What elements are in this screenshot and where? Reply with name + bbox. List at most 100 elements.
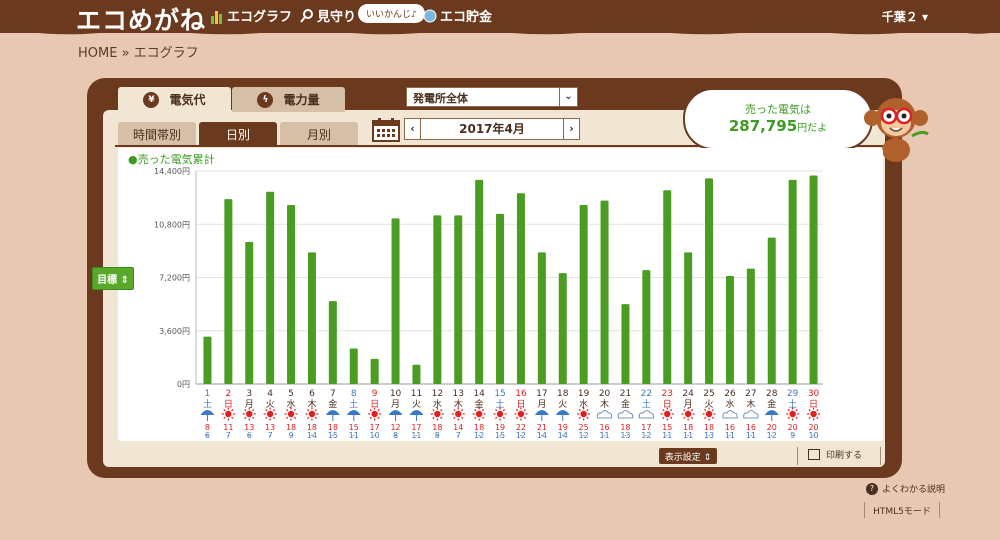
x-tick-day: 28 <box>766 389 778 399</box>
temp-low: 15 <box>495 431 505 440</box>
weather-sun-ray <box>377 416 380 420</box>
weather-sun-ray <box>453 416 456 420</box>
chart-bar <box>328 301 337 384</box>
temp-low: 12 <box>641 431 651 440</box>
printer-icon <box>808 449 820 460</box>
temp-low: 9 <box>790 431 795 440</box>
weather-cloud-icon <box>596 409 613 419</box>
x-tick-day: 15 <box>494 389 505 399</box>
x-tick-weekday: 金 <box>767 398 776 410</box>
weather-sun-ray <box>670 416 673 420</box>
y-tick-label: 10,800円 <box>154 220 190 229</box>
chart-bar <box>558 273 567 384</box>
weather-umbrella-icon <box>325 410 340 415</box>
temp-low: 14 <box>558 431 568 440</box>
x-tick-day: 2 <box>225 389 231 399</box>
weather-sun-ray <box>795 416 798 420</box>
temp-low: 11 <box>599 431 609 440</box>
weather-sun-ray <box>461 416 464 420</box>
weather-sun-icon <box>789 410 796 418</box>
print-button[interactable]: 印刷する <box>808 448 862 461</box>
x-tick-weekday: 土 <box>349 398 358 410</box>
chart-bar <box>516 193 525 384</box>
weather-sun-ray <box>474 416 477 420</box>
temp-low: 7 <box>268 431 273 440</box>
chart-bar <box>287 205 296 384</box>
weather-sun-ray <box>502 416 506 420</box>
chart-bar <box>245 242 254 384</box>
weather-sun-ray <box>369 416 372 420</box>
x-tick-day: 14 <box>473 389 485 399</box>
chart-bar <box>307 252 316 384</box>
temp-low: 11 <box>725 431 735 440</box>
weather-umbrella-icon <box>388 410 403 415</box>
x-tick-weekday: 月 <box>537 399 546 410</box>
weather-sun-ray <box>481 416 485 420</box>
x-tick-day: 4 <box>267 389 273 399</box>
temp-low: 14 <box>537 431 547 440</box>
weather-sun-icon <box>705 410 713 418</box>
x-tick-day: 11 <box>411 389 422 399</box>
weather-sun-icon <box>287 410 295 418</box>
question-icon: ? <box>866 482 878 495</box>
chart-bar <box>642 270 651 384</box>
temp-low: 12 <box>474 431 484 440</box>
chart-bar <box>266 191 275 384</box>
x-tick-weekday: 木 <box>746 398 755 410</box>
chart-bar <box>684 252 693 384</box>
weather-sun-ray <box>711 416 715 420</box>
x-tick-day: 6 <box>309 389 315 399</box>
weather-sun-ray <box>432 416 435 420</box>
x-tick-day: 12 <box>432 389 443 399</box>
weather-sun-icon <box>580 410 587 418</box>
weather-sun-ray <box>808 416 811 420</box>
chart-bar <box>537 252 546 384</box>
weather-umbrella-icon <box>200 410 215 415</box>
weather-sun-ray <box>523 416 526 420</box>
chart-bar <box>600 200 609 384</box>
weather-umbrella-icon <box>764 410 779 415</box>
display-settings-button[interactable]: 表示設定 ⇕ <box>659 448 717 464</box>
weather-sun-ray <box>683 416 686 420</box>
x-tick-day: 10 <box>390 389 402 399</box>
x-tick-day: 24 <box>682 389 694 399</box>
temp-low: 12 <box>516 431 526 440</box>
html5-mode-button[interactable]: HTML5モード <box>864 502 940 518</box>
x-tick-day: 25 <box>703 389 714 399</box>
x-tick-day: 26 <box>724 389 736 399</box>
x-tick-day: 20 <box>599 389 611 399</box>
x-tick-day: 1 <box>205 389 211 399</box>
divider <box>880 447 881 465</box>
weather-sun-ray <box>272 416 276 420</box>
x-tick-day: 16 <box>515 389 527 399</box>
weather-sun-ray <box>787 416 790 420</box>
weather-sun-ray <box>440 416 443 420</box>
weather-sun-icon <box>455 410 462 418</box>
weather-umbrella-icon <box>346 410 361 415</box>
chart-bar <box>454 215 463 384</box>
chart-bar <box>496 213 505 384</box>
chart-bar <box>705 178 714 384</box>
temp-low: 9 <box>289 431 294 440</box>
chart-bar <box>433 215 442 384</box>
y-tick-label: 3,600円 <box>159 327 190 336</box>
x-tick-weekday: 月 <box>391 399 400 410</box>
temp-low: 10 <box>808 431 818 440</box>
temp-low: 7 <box>226 431 231 440</box>
x-tick-day: 19 <box>578 389 590 399</box>
temp-low: 13 <box>704 431 714 440</box>
help-link[interactable]: ? よくわかる説明 <box>866 482 945 495</box>
weather-cloud-icon <box>743 409 759 419</box>
x-tick-day: 17 <box>536 389 547 399</box>
x-tick-weekday: 土 <box>203 398 212 410</box>
chart-bar <box>203 336 212 384</box>
x-tick-weekday: 火 <box>412 399 421 410</box>
weather-umbrella-icon <box>409 410 424 415</box>
weather-sun-ray <box>231 416 234 420</box>
x-tick-day: 18 <box>557 389 569 399</box>
weather-sun-ray <box>252 416 255 420</box>
weather-sun-icon <box>371 410 378 418</box>
weather-cloud-icon <box>617 409 634 419</box>
chart-bar <box>370 358 379 384</box>
weather-sun-icon <box>308 410 316 418</box>
